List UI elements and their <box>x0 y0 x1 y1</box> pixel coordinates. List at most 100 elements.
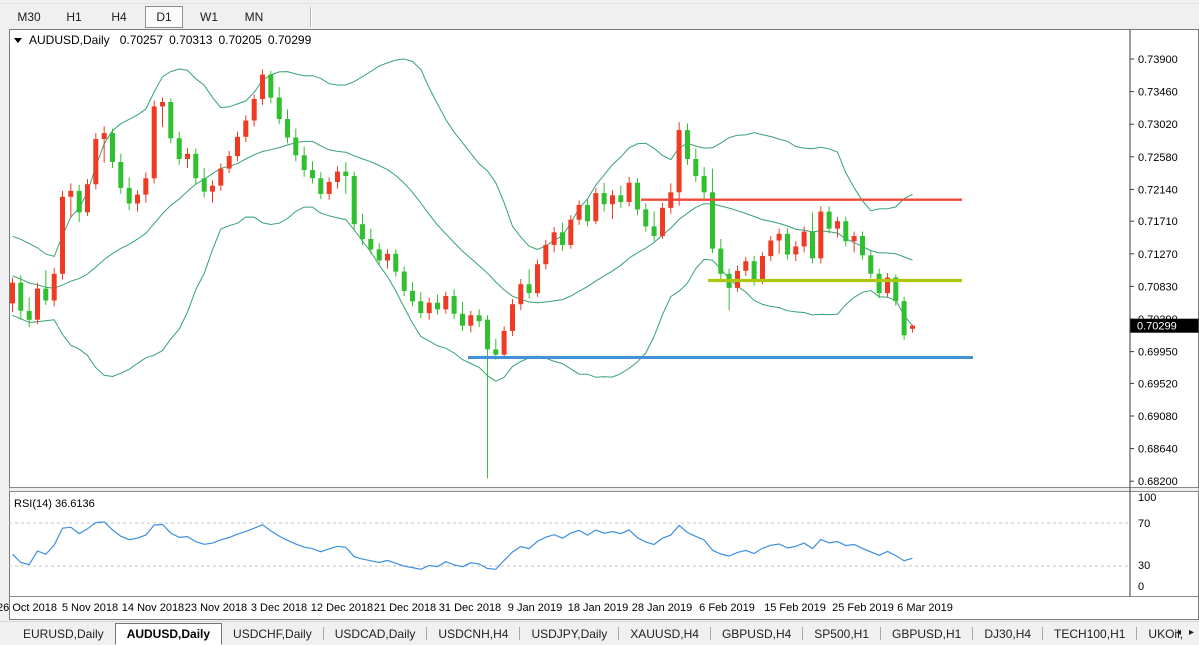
candle-body <box>260 75 265 99</box>
tab-usdjpy-daily[interactable]: USDJPY,Daily <box>520 624 618 644</box>
candle-body <box>902 301 907 335</box>
price-chart[interactable]: 0.739000.734600.730200.725800.721400.717… <box>0 0 1199 645</box>
timeframe-toolbar: M30 H1 H4 D1 W1 MN <box>0 4 1199 29</box>
date-label: 3 Dec 2018 <box>251 602 307 614</box>
candle-body <box>335 172 340 182</box>
candle-body <box>618 195 623 202</box>
candle-body <box>677 130 682 192</box>
candle-body <box>177 138 182 159</box>
candle-body <box>143 178 148 194</box>
price-tick-label: 0.68200 <box>1138 476 1178 488</box>
price-tick-label: 0.73900 <box>1138 54 1178 66</box>
candle-body <box>110 133 115 162</box>
candle-body <box>102 133 107 139</box>
date-label: 26 Oct 2018 <box>0 602 57 614</box>
candle-body <box>352 176 357 224</box>
candle-body <box>518 284 523 304</box>
rsi-axis-label: 0 <box>1138 581 1144 593</box>
timeframe-button-d1[interactable]: D1 <box>145 6 183 28</box>
candle-body <box>210 186 215 192</box>
rsi-axis-label: 30 <box>1138 560 1150 572</box>
candle-body <box>435 303 440 310</box>
candle-body <box>193 154 198 178</box>
tab-audusd-daily[interactable]: AUDUSD,Daily <box>115 623 222 645</box>
tab-eurusd-daily[interactable]: EURUSD,Daily <box>12 624 115 644</box>
price-tick-label: 0.69950 <box>1138 347 1178 359</box>
candle-body <box>60 197 65 274</box>
timeframe-button-h4[interactable]: H4 <box>100 6 138 28</box>
toolbar-separator <box>310 7 312 27</box>
date-label: 23 Nov 2018 <box>185 602 247 614</box>
timeframe-button-h1[interactable]: H1 <box>55 6 93 28</box>
candle-body <box>385 254 390 261</box>
price-tick-label: 0.69080 <box>1138 411 1178 423</box>
candle-body <box>760 256 765 280</box>
date-label: 14 Nov 2018 <box>122 602 184 614</box>
ohlc-high: 0.70313 <box>169 33 213 47</box>
candle-body <box>35 289 40 320</box>
price-tick-label: 0.71270 <box>1138 249 1178 261</box>
candle-body <box>168 102 173 138</box>
date-label: 6 Feb 2019 <box>699 602 755 614</box>
candle-body <box>468 315 473 325</box>
candle-body <box>652 226 657 236</box>
tab-gbpusd-h1[interactable]: GBPUSD,H1 <box>881 624 972 644</box>
candle-body <box>410 291 415 301</box>
candle-body <box>527 284 532 293</box>
candle-body <box>610 195 615 204</box>
timeframe-button-m30[interactable]: M30 <box>10 6 48 28</box>
candle-body <box>302 155 307 170</box>
candle-body <box>327 182 332 194</box>
candle-body <box>127 188 132 204</box>
timeframe-button-w1[interactable]: W1 <box>190 6 228 28</box>
date-label: 15 Feb 2019 <box>764 602 826 614</box>
tab-dj30-h4[interactable]: DJ30,H4 <box>973 624 1042 644</box>
date-label: 12 Dec 2018 <box>311 602 373 614</box>
candle-body <box>27 311 32 320</box>
chart-title: AUDUSD,Daily0.702570.703130.702050.70299 <box>14 33 312 47</box>
panel-splitter[interactable] <box>10 488 1199 492</box>
candle-body <box>802 232 807 247</box>
price-tick-label: 0.73460 <box>1138 87 1178 99</box>
candle-body <box>343 172 348 176</box>
candle-body <box>268 75 273 98</box>
rsi-axis-label: 100 <box>1138 492 1156 504</box>
candle-body <box>418 301 423 313</box>
price-tick-label: 0.72580 <box>1138 152 1178 164</box>
candle-body <box>785 234 790 255</box>
ohlc-low: 0.70205 <box>218 33 262 47</box>
trading-platform-window: { "toolbar": { "timeframes": [ {"label":… <box>0 0 1199 645</box>
candle-body <box>768 241 773 257</box>
date-label: 28 Jan 2019 <box>632 602 693 614</box>
date-axis[interactable]: 26 Oct 20185 Nov 201814 Nov 201823 Nov 2… <box>0 602 953 614</box>
candle-body <box>218 169 223 186</box>
tab-xauusd-h4[interactable]: XAUUSD,H4 <box>619 624 710 644</box>
candle-body <box>402 272 407 291</box>
rsi-indicator-label: RSI(14) 36.6136 <box>14 498 95 510</box>
tab-scroll-left-icon[interactable]: ◂ <box>1176 627 1181 639</box>
candle-body <box>535 264 540 293</box>
tab-sp500-h1[interactable]: SP500,H1 <box>803 624 880 644</box>
tab-gbpusd-h4[interactable]: GBPUSD,H4 <box>711 624 802 644</box>
date-label: 25 Feb 2019 <box>832 602 894 614</box>
current-price-marker: 0.70299 <box>1131 319 1199 333</box>
price-tick-label: 0.69520 <box>1138 378 1178 390</box>
candle-body <box>135 195 140 204</box>
date-label: 31 Dec 2018 <box>439 602 501 614</box>
timeframe-button-mn[interactable]: MN <box>235 6 273 28</box>
tab-usdcad-daily[interactable]: USDCAD,Daily <box>324 624 427 644</box>
ohlc-close: 0.70299 <box>268 33 312 47</box>
candle-body <box>693 159 698 176</box>
candle-body <box>277 98 282 120</box>
candle-body <box>85 184 90 212</box>
tab-scroll-right-icon[interactable]: ▸ <box>1189 627 1194 639</box>
candle-body <box>752 261 757 280</box>
date-label: 21 Dec 2018 <box>374 602 436 614</box>
candle-body <box>702 176 707 192</box>
tab-usdchf-daily[interactable]: USDCHF,Daily <box>222 624 323 644</box>
price-tick-label: 0.71710 <box>1138 216 1178 228</box>
tab-tech100-h1[interactable]: TECH100,H1 <box>1043 624 1136 644</box>
candle-body <box>477 315 482 321</box>
tab-usdcnh-h4[interactable]: USDCNH,H4 <box>427 624 519 644</box>
chart-symbol: AUDUSD,Daily <box>29 33 110 47</box>
